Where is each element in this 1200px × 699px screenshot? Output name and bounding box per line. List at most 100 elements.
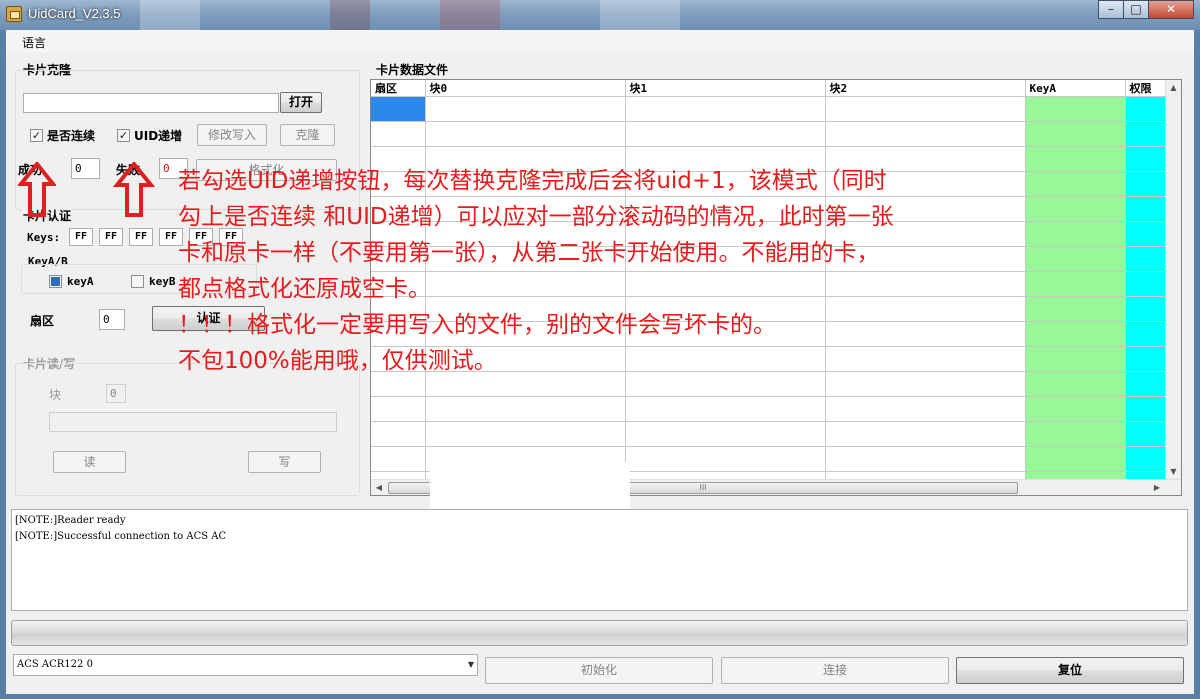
- grid-cell[interactable]: [1025, 271, 1126, 297]
- grid-cell[interactable]: [1125, 221, 1167, 247]
- grid-cell[interactable]: [1125, 296, 1167, 322]
- grid-cell[interactable]: [1125, 146, 1167, 172]
- column-header-keya[interactable]: KeyA: [1025, 80, 1126, 97]
- grid-cell[interactable]: [425, 121, 626, 147]
- grid-cell[interactable]: [1125, 246, 1167, 272]
- modify-write-button[interactable]: 修改写入: [197, 124, 267, 146]
- maximize-button[interactable]: □: [1123, 0, 1149, 19]
- grid-vertical-scrollbar[interactable]: ▲ ▼: [1165, 80, 1181, 480]
- grid-cell[interactable]: [825, 396, 1026, 422]
- grid-cell[interactable]: [1025, 421, 1126, 447]
- key-byte-field[interactable]: FF: [69, 228, 93, 246]
- keya-label: keyA: [67, 275, 94, 288]
- uid-increment-checkbox[interactable]: ✓: [117, 129, 130, 142]
- grid-cell[interactable]: [625, 121, 826, 147]
- column-header-permission[interactable]: 权限: [1125, 80, 1167, 97]
- table-row[interactable]: [371, 121, 1167, 147]
- grid-cell[interactable]: [425, 421, 626, 447]
- grid-cell[interactable]: [1125, 171, 1167, 197]
- grid-cell[interactable]: [1025, 371, 1126, 397]
- write-button[interactable]: 写: [248, 451, 321, 473]
- grid-cell[interactable]: [1125, 196, 1167, 222]
- menu-language[interactable]: 语言: [22, 34, 46, 51]
- grid-cell[interactable]: [825, 421, 1026, 447]
- key-byte-field[interactable]: FF: [99, 228, 123, 246]
- grid-cell[interactable]: [825, 96, 1026, 122]
- reader-select[interactable]: ACS ACR122 0 ▼: [13, 654, 478, 676]
- log-output[interactable]: [NOTE:]Reader ready [NOTE:]Successful co…: [11, 509, 1188, 611]
- window-controls: – □ ✕: [1098, 0, 1194, 19]
- grid-cell[interactable]: [371, 421, 426, 447]
- annotation-line: 勾上是否连续 和UID递增）可以应对一部分滚动码的情况，此时第一张: [178, 204, 894, 230]
- grid-cell[interactable]: [1125, 271, 1167, 297]
- continuous-checkbox[interactable]: ✓: [30, 129, 43, 142]
- grid-cell[interactable]: [625, 421, 826, 447]
- grid-cell[interactable]: [1025, 96, 1126, 122]
- keya-radio[interactable]: [49, 275, 62, 288]
- grid-cell[interactable]: [371, 446, 426, 472]
- grid-cell[interactable]: [1025, 321, 1126, 347]
- grid-cell[interactable]: [1025, 121, 1126, 147]
- grid-cell[interactable]: [625, 396, 826, 422]
- grid-cell[interactable]: [1025, 246, 1126, 272]
- key-byte-field[interactable]: FF: [129, 228, 153, 246]
- grid-cell[interactable]: [1025, 296, 1126, 322]
- auth-sector-field[interactable]: 0: [99, 309, 125, 330]
- grid-cell[interactable]: [1025, 171, 1126, 197]
- grid-cell[interactable]: [1125, 346, 1167, 372]
- grid-cell[interactable]: [1125, 371, 1167, 397]
- annotation-arrow-icon: [18, 162, 56, 217]
- column-header-sector[interactable]: 扇区: [371, 80, 426, 97]
- grid-cell[interactable]: [625, 446, 826, 472]
- grid-cell[interactable]: [1025, 396, 1126, 422]
- keys-label: Keys:: [27, 231, 61, 244]
- table-row[interactable]: [371, 421, 1167, 447]
- column-header-block2[interactable]: 块2: [825, 80, 1026, 97]
- clone-button[interactable]: 克隆: [280, 124, 335, 146]
- title-bar-decoration: [330, 0, 370, 30]
- table-row[interactable]: [371, 96, 1167, 122]
- clone-file-path-input[interactable]: [23, 93, 279, 113]
- grid-cell[interactable]: [1025, 221, 1126, 247]
- grid-cell[interactable]: [371, 396, 426, 422]
- grid-cell[interactable]: [625, 96, 826, 122]
- grid-cell[interactable]: [371, 121, 426, 147]
- close-button[interactable]: ✕: [1148, 0, 1194, 19]
- annotation-arrow-icon: [113, 162, 155, 217]
- scroll-right-arrow-icon[interactable]: ▶: [1149, 480, 1165, 495]
- init-button[interactable]: 初始化: [485, 657, 713, 684]
- scroll-down-arrow-icon[interactable]: ▼: [1166, 464, 1181, 480]
- grid-cell[interactable]: [825, 121, 1026, 147]
- app-card-icon: [6, 6, 22, 22]
- block-field[interactable]: 0: [106, 384, 126, 403]
- grid-cell[interactable]: [1025, 146, 1126, 172]
- open-button[interactable]: 打开: [280, 92, 322, 113]
- reset-button[interactable]: 复位: [956, 657, 1184, 684]
- grid-cell[interactable]: [1125, 321, 1167, 347]
- grid-cell[interactable]: [1025, 446, 1126, 472]
- read-button[interactable]: 读: [53, 451, 126, 473]
- title-bar: UidCard_V2.3.5 – □ ✕: [0, 0, 1200, 30]
- grid-cell[interactable]: [825, 446, 1026, 472]
- scroll-left-arrow-icon[interactable]: ◀: [371, 480, 387, 495]
- grid-cell[interactable]: [371, 96, 426, 122]
- scroll-up-arrow-icon[interactable]: ▲: [1166, 80, 1181, 96]
- grid-cell[interactable]: [1025, 346, 1126, 372]
- grid-cell[interactable]: [1125, 396, 1167, 422]
- grid-cell[interactable]: [425, 396, 626, 422]
- keyb-radio[interactable]: [131, 275, 144, 288]
- grid-cell[interactable]: [1025, 196, 1126, 222]
- block-data-input[interactable]: [49, 412, 337, 432]
- grid-cell[interactable]: [1125, 446, 1167, 472]
- connect-button[interactable]: 连接: [721, 657, 949, 684]
- table-row[interactable]: [371, 396, 1167, 422]
- minimize-button[interactable]: –: [1098, 0, 1124, 19]
- column-header-block0[interactable]: 块0: [425, 80, 626, 97]
- dropdown-arrow-icon[interactable]: ▼: [468, 655, 474, 675]
- grid-cell[interactable]: [1125, 421, 1167, 447]
- column-header-block1[interactable]: 块1: [625, 80, 826, 97]
- grid-cell[interactable]: [1125, 121, 1167, 147]
- title-bar-decoration: [600, 0, 680, 30]
- grid-cell[interactable]: [1125, 96, 1167, 122]
- grid-cell[interactable]: [425, 96, 626, 122]
